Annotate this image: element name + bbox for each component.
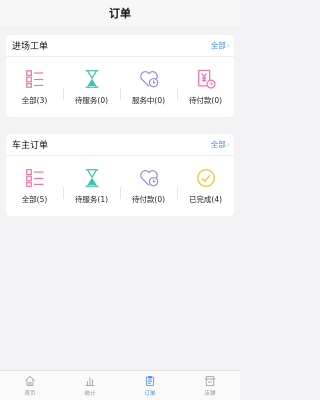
home-icon: [25, 375, 35, 386]
tab-stats[interactable]: 统计: [60, 371, 120, 400]
tab-label: 订单: [144, 390, 156, 397]
item-label: 已完成(4): [188, 195, 223, 204]
header: 订单: [0, 0, 240, 26]
chevron-right-icon: ›: [226, 41, 230, 50]
hourglass-icon: [85, 70, 98, 88]
bar-chart-icon: [85, 377, 95, 386]
item-label: 待付款(0): [131, 195, 166, 204]
item-label: 全部(3): [21, 96, 48, 105]
tab-home[interactable]: 首页: [0, 371, 60, 400]
item-label: 服务中(0): [131, 96, 166, 105]
owner-pending-button[interactable]: 待服务(1): [63, 167, 120, 205]
order-icon: [146, 375, 154, 386]
owner-unpaid-button[interactable]: 待付款(0): [120, 167, 177, 205]
heart-clock-icon: [139, 71, 158, 88]
view-all-link[interactable]: 全部 ›: [211, 40, 230, 51]
view-all-link[interactable]: 全部 ›: [211, 139, 230, 150]
item-label: 待服务(0): [74, 96, 109, 105]
card-title: 进场工单: [12, 42, 49, 52]
list-icon: [25, 169, 43, 187]
chevron-right-icon: ›: [226, 140, 230, 149]
payment-icon: [197, 69, 216, 89]
card-header: 车主订单 全部 ›: [6, 134, 234, 156]
item-label: 全部(5): [21, 195, 48, 204]
card-title: 车主订单: [12, 141, 49, 151]
entry-in-service-button[interactable]: 服务中(0): [120, 68, 177, 106]
tab-label: 首页: [24, 390, 36, 397]
tab-label: 统计: [84, 390, 96, 397]
entry-orders-card: 进场工单 全部 › 全部(3) 待服务(0) 服务中(0) 待付款(0): [6, 35, 234, 117]
tab-orders[interactable]: 订单: [120, 371, 180, 400]
list-icon: [25, 70, 43, 88]
tab-store[interactable]: 店铺: [180, 371, 240, 400]
heart-clock-icon: [139, 170, 158, 187]
item-label: 待付款(0): [188, 96, 223, 105]
owner-completed-button[interactable]: 已完成(4): [177, 167, 234, 205]
owner-orders-card: 车主订单 全部 › 全部(5) 待服务(1) 待付款(0) 已完成(4): [6, 134, 234, 216]
hourglass-icon: [85, 169, 98, 187]
view-all-label: 全部: [210, 140, 226, 149]
store-icon: [204, 375, 216, 386]
check-circle-icon: [196, 169, 215, 187]
tab-label: 店铺: [204, 390, 216, 397]
view-all-label: 全部: [210, 41, 226, 50]
card-header: 进场工单 全部 ›: [6, 35, 234, 57]
owner-all-button[interactable]: 全部(5): [6, 167, 63, 205]
page-title: 订单: [109, 7, 131, 20]
entry-all-button[interactable]: 全部(3): [6, 68, 63, 106]
item-label: 待服务(1): [74, 195, 109, 204]
entry-unpaid-button[interactable]: 待付款(0): [177, 68, 234, 106]
bottom-tab-bar: 首页 统计 订单 店铺: [0, 370, 240, 400]
entry-pending-button[interactable]: 待服务(0): [63, 68, 120, 106]
